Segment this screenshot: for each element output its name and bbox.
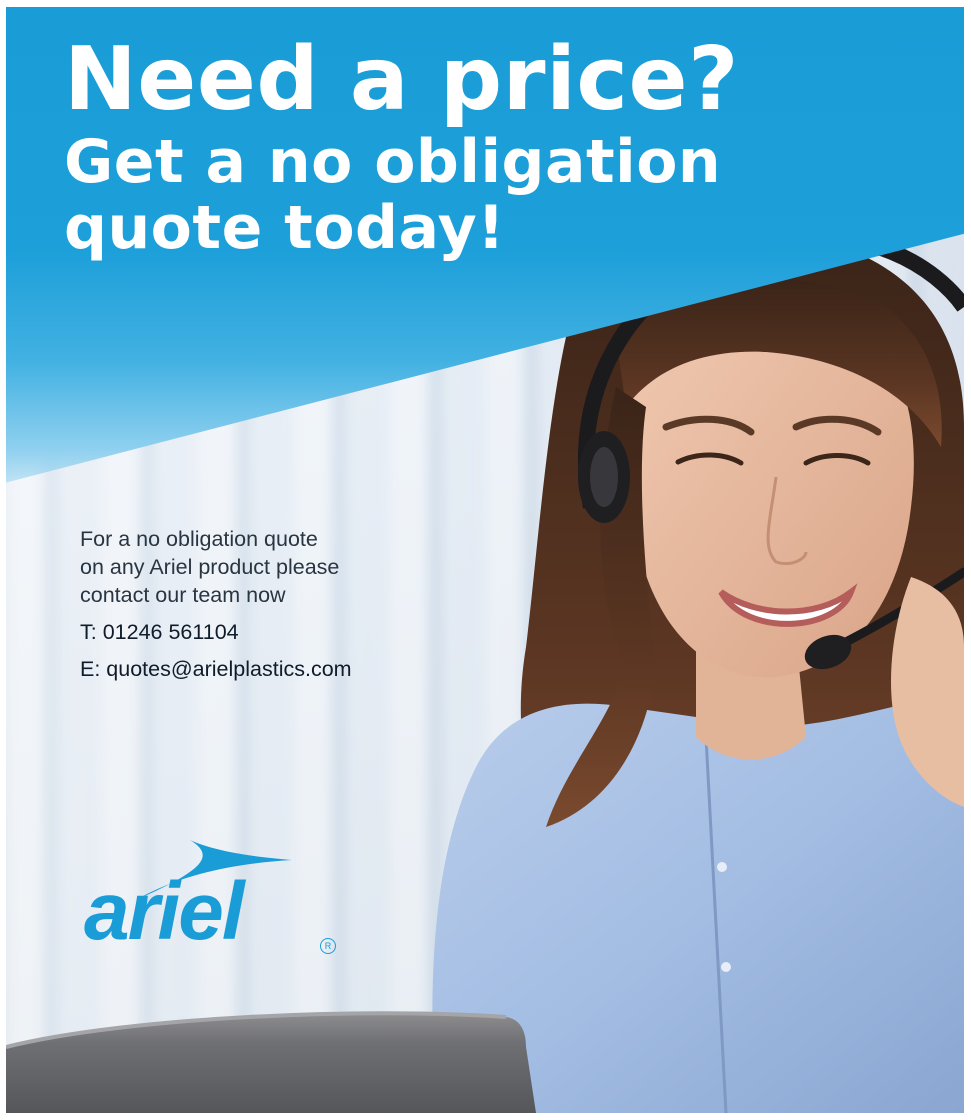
email-address[interactable]: E: quotes@arielplastics.com [80,651,352,688]
headline: Need a price? Get a no obligation quote … [64,29,864,261]
registered-trademark-icon: R [320,938,336,954]
headline-subtitle-line2: quote today! [64,193,506,263]
contact-details: T: 01246 561104 E: quotes@arielplastics.… [80,614,352,688]
headline-title: Need a price? [64,28,739,130]
ariel-wordmark: ariel [84,866,245,957]
phone-number[interactable]: T: 01246 561104 [80,614,352,651]
advert-card: Need a price? Get a no obligation quote … [6,7,964,1113]
intro-text: For a no obligation quote on any Ariel p… [80,525,480,609]
headline-subtitle-line1: Get a no obligation [64,127,722,197]
intro-line: on any Ariel product please [80,555,340,579]
laptop [6,1013,536,1113]
intro-line: For a no obligation quote [80,527,318,551]
intro-line: contact our team now [80,583,286,607]
ariel-logo: ariel R [84,840,364,980]
